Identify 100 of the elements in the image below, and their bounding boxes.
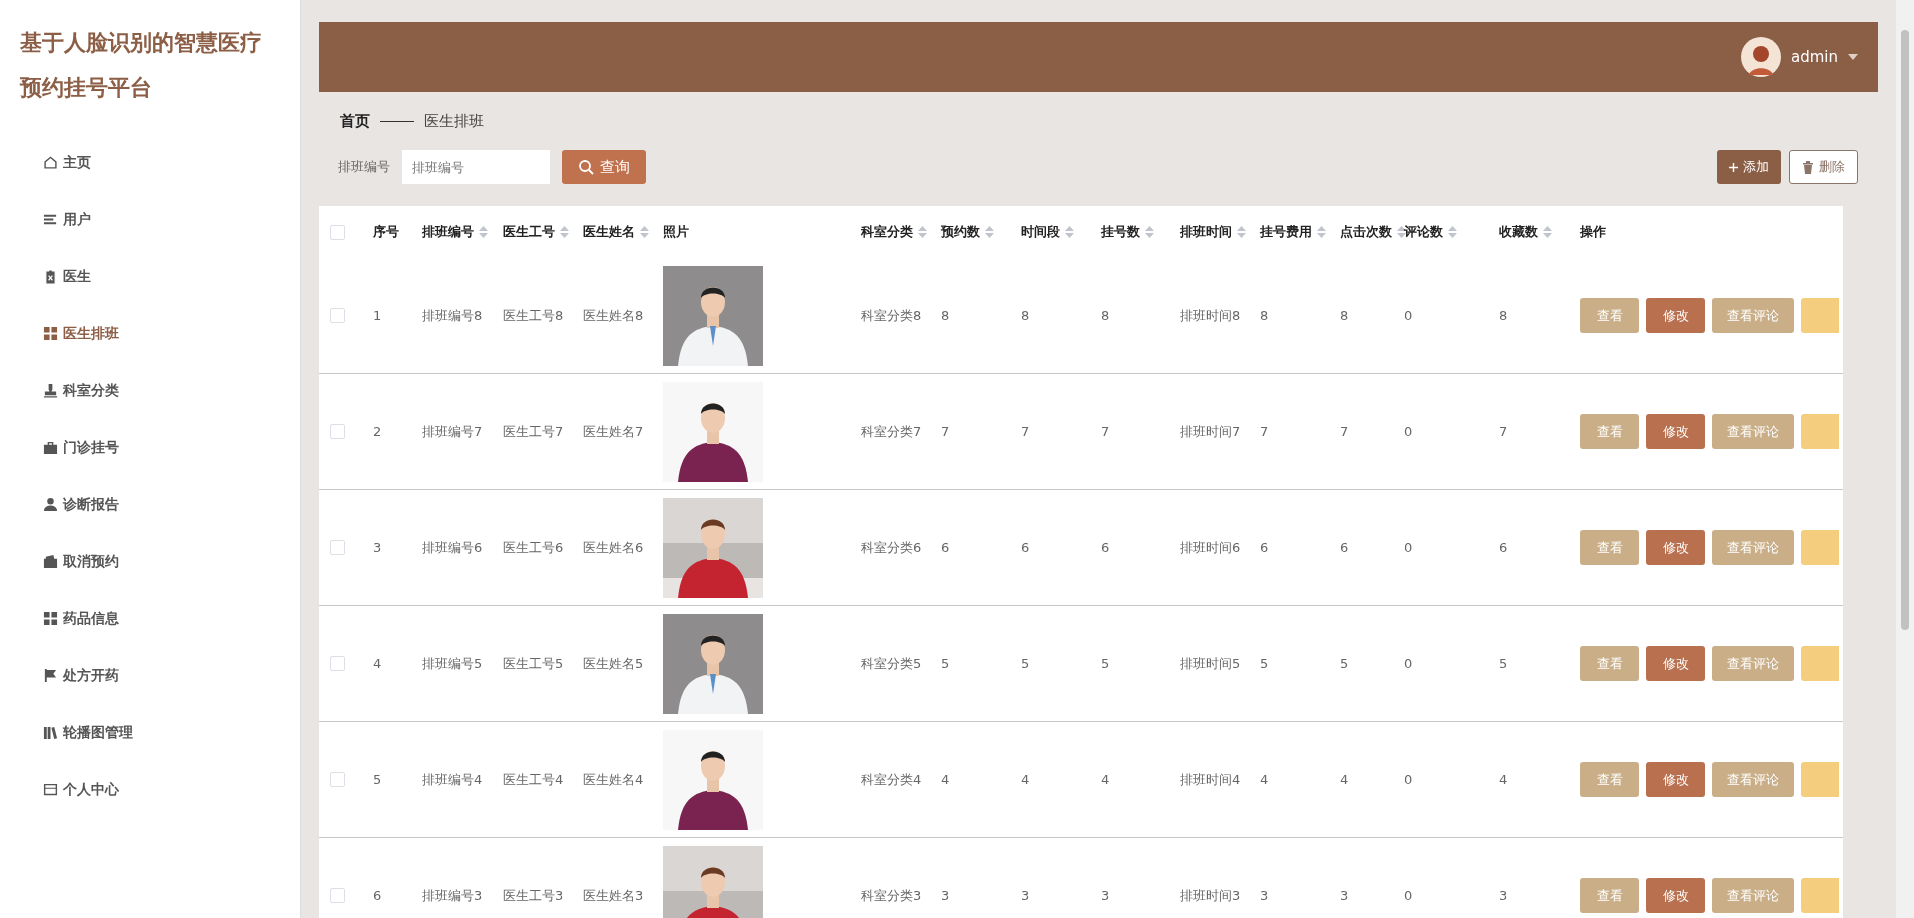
table-cell: 3 xyxy=(1101,888,1110,903)
delete-button[interactable] xyxy=(1801,646,1839,681)
table-cell: 3 xyxy=(1340,888,1349,903)
table-cell: 6 xyxy=(1101,540,1110,555)
view-button[interactable]: 查看 xyxy=(1580,646,1639,681)
delete-button[interactable] xyxy=(1801,298,1839,333)
table-cell: 科室分类6 xyxy=(861,539,922,555)
sidebar-item[interactable]: 药品信息 xyxy=(0,590,300,647)
table-cell: 6 xyxy=(1260,540,1269,555)
select-all-checkbox[interactable] xyxy=(330,224,345,240)
table-cell: 排班编号4 xyxy=(422,771,483,787)
edit-button[interactable]: 修改 xyxy=(1646,298,1705,333)
table-cell: 排班时间4 xyxy=(1180,771,1241,787)
sidebar-item[interactable]: 诊断报告 xyxy=(0,476,300,533)
search-icon xyxy=(578,159,594,175)
table-cell: 科室分类4 xyxy=(861,771,922,787)
sidebar-item[interactable]: 取消预约 xyxy=(0,533,300,590)
view-comments-button[interactable]: 查看评论 xyxy=(1712,298,1794,333)
table-cell: 5 xyxy=(1499,656,1508,671)
user-menu[interactable]: admin xyxy=(1791,48,1838,66)
edit-button[interactable]: 修改 xyxy=(1646,414,1705,449)
table-cell: 4 xyxy=(1499,772,1508,787)
edit-button[interactable]: 修改 xyxy=(1646,878,1705,913)
table-cell: 7 xyxy=(1021,424,1030,439)
view-comments-button[interactable]: 查看评论 xyxy=(1712,646,1794,681)
view-comments-button[interactable]: 查看评论 xyxy=(1712,530,1794,565)
row-checkbox[interactable] xyxy=(330,888,345,903)
edit-button[interactable]: 修改 xyxy=(1646,762,1705,797)
sidebar-item[interactable]: 用户 xyxy=(0,191,300,248)
row-checkbox[interactable] xyxy=(330,424,345,439)
table-cell: 5 xyxy=(1101,656,1110,671)
breadcrumb-link[interactable]: 首页 xyxy=(340,111,370,131)
flag-icon xyxy=(43,668,58,683)
table-cell: 科室分类5 xyxy=(861,655,922,671)
row-checkbox[interactable] xyxy=(330,540,345,555)
column-header: 医生姓名 xyxy=(583,223,635,241)
caret-icon[interactable] xyxy=(1848,54,1858,60)
sidebar-item[interactable]: 医生 xyxy=(0,248,300,305)
delete-button[interactable] xyxy=(1801,878,1839,913)
table-cell: 6 xyxy=(1021,540,1030,555)
table-cell: 0 xyxy=(1404,772,1413,787)
table-cell: 排班时间3 xyxy=(1180,887,1241,903)
table-cell: 医生姓名8 xyxy=(583,307,644,323)
delete-button[interactable] xyxy=(1801,762,1839,797)
table-cell: 4 xyxy=(373,656,382,671)
row-checkbox[interactable] xyxy=(330,308,345,323)
delete-button[interactable]: 删除 xyxy=(1789,150,1858,184)
table-cell: 7 xyxy=(1260,424,1269,439)
table-cell: 8 xyxy=(1101,308,1110,323)
table-cell: 0 xyxy=(1404,424,1413,439)
sidebar-item[interactable]: 个人中心 xyxy=(0,761,300,818)
column-header: 医生工号 xyxy=(503,223,555,241)
table-cell: 排班时间5 xyxy=(1180,655,1241,671)
table-cell: 排班编号6 xyxy=(422,539,483,555)
delete-button[interactable] xyxy=(1801,414,1839,449)
view-button[interactable]: 查看 xyxy=(1580,878,1639,913)
table-cell: 5 xyxy=(1260,656,1269,671)
view-button[interactable]: 查看 xyxy=(1580,762,1639,797)
view-button[interactable]: 查看 xyxy=(1580,530,1639,565)
scrollbar-thumb[interactable] xyxy=(1901,30,1909,630)
table-cell: 排班时间7 xyxy=(1180,423,1241,439)
view-comments-button[interactable]: 查看评论 xyxy=(1712,878,1794,913)
table-cell: 3 xyxy=(1499,888,1508,903)
table-cell: 医生工号8 xyxy=(503,307,564,323)
view-comments-button[interactable]: 查看评论 xyxy=(1712,762,1794,797)
clipboard-icon xyxy=(43,269,58,284)
sidebar-item[interactable]: 科室分类 xyxy=(0,362,300,419)
sidebar-item[interactable]: 轮播图管理 xyxy=(0,704,300,761)
add-button[interactable]: 添加 xyxy=(1717,150,1781,184)
view-button[interactable]: 查看 xyxy=(1580,414,1639,449)
table-cell: 8 xyxy=(1021,308,1030,323)
avatar-icon[interactable] xyxy=(1741,37,1781,77)
column-header: 科室分类 xyxy=(861,223,913,241)
edit-button[interactable]: 修改 xyxy=(1646,646,1705,681)
search-field[interactable]: 排班编号 xyxy=(402,150,550,184)
table-cell: 8 xyxy=(1260,308,1269,323)
table-cell: 排班时间8 xyxy=(1180,307,1241,323)
column-header: 评论数 xyxy=(1404,223,1443,241)
table-cell: 4 xyxy=(1101,772,1110,787)
column-header: 时间段 xyxy=(1021,223,1060,241)
row-checkbox[interactable] xyxy=(330,772,345,787)
table-cell: 医生姓名4 xyxy=(583,771,644,787)
view-button[interactable]: 查看 xyxy=(1580,298,1639,333)
sidebar-item[interactable]: 处方开药 xyxy=(0,647,300,704)
sort-icon[interactable] xyxy=(1397,226,1406,238)
table-cell: 排班编号5 xyxy=(422,655,483,671)
table-cell: 医生姓名3 xyxy=(583,887,644,903)
plus-icon xyxy=(1729,162,1738,172)
sidebar-item[interactable]: 医生排班 xyxy=(0,305,300,362)
view-comments-button[interactable]: 查看评论 xyxy=(1712,414,1794,449)
sidebar-item[interactable]: 主页 xyxy=(0,134,300,191)
sidebar-item[interactable]: 门诊挂号 xyxy=(0,419,300,476)
edit-button[interactable]: 修改 xyxy=(1646,530,1705,565)
table-cell: 5 xyxy=(941,656,950,671)
delete-button[interactable] xyxy=(1801,530,1839,565)
row-checkbox[interactable] xyxy=(330,656,345,671)
table-cell: 7 xyxy=(1340,424,1349,439)
wallet-icon xyxy=(43,554,58,569)
search-button[interactable]: 查询 xyxy=(562,150,646,184)
list-icon xyxy=(43,212,58,227)
